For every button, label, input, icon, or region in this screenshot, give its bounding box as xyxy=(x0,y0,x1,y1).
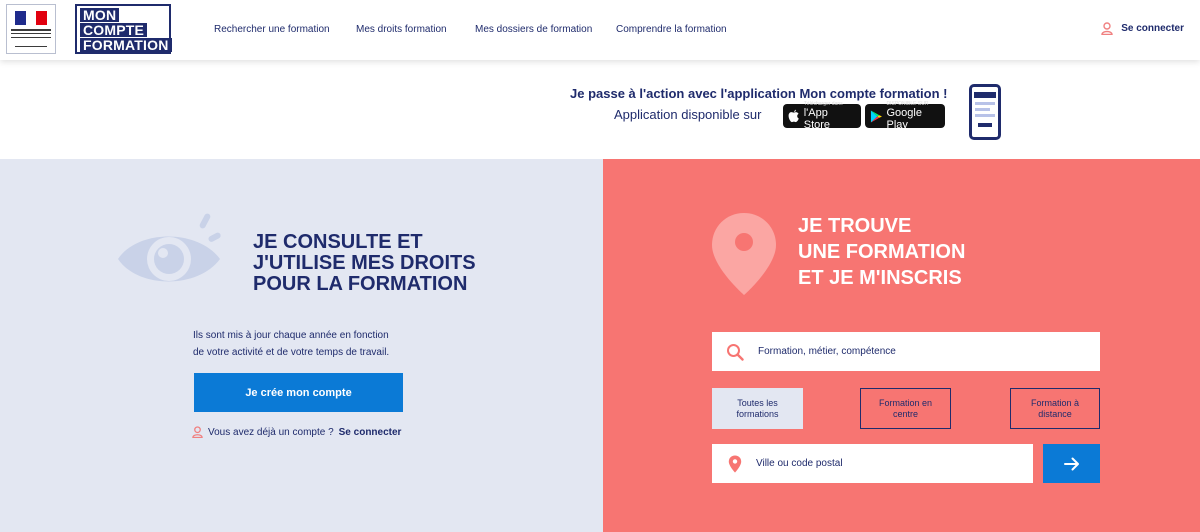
promo-title: Je passe à l'action avec l'application M… xyxy=(570,86,948,101)
training-search-input[interactable]: Formation, métier, compétence xyxy=(712,332,1100,371)
site-header: MON COMPTE FORMATION Rechercher une form… xyxy=(0,0,1200,60)
filter-remote[interactable]: Formation à distance xyxy=(1010,388,1100,429)
promo-subtitle: Application disponible sur xyxy=(614,107,762,122)
search-icon xyxy=(727,343,744,361)
user-icon xyxy=(1101,22,1113,35)
search-submit-button[interactable] xyxy=(1043,444,1100,483)
google-play-button[interactable]: DISPONIBLE SUR Google Play xyxy=(865,101,945,131)
right-heading-line: ET JE M'INSCRIS xyxy=(798,267,962,289)
filter-label: distance xyxy=(1038,408,1072,419)
eye-icon xyxy=(118,213,221,282)
right-heading: JE TROUVE UNE FORMATION ET JE M'INSCRIS xyxy=(798,213,965,291)
logo-word-3: FORMATION xyxy=(80,38,172,52)
mon-compte-formation-logo[interactable]: MON COMPTE FORMATION xyxy=(75,4,172,54)
nav-mes-droits[interactable]: Mes droits formation xyxy=(356,24,447,35)
create-account-button[interactable]: Je crée mon compte xyxy=(194,373,403,412)
header-login-label: Se connecter xyxy=(1121,23,1184,34)
logo-word-1: MON xyxy=(80,8,120,22)
logo-word-2: COMPTE xyxy=(80,23,148,37)
already-account-text: Vous avez déjà un compte ? xyxy=(208,426,334,438)
user-icon xyxy=(192,426,203,438)
search-training-panel: JE TROUVE UNE FORMATION ET JE M'INSCRIS … xyxy=(603,159,1200,532)
right-heading-line: UNE FORMATION xyxy=(798,241,966,263)
filter-label: centre xyxy=(892,408,918,419)
right-heading-line: JE TROUVE xyxy=(798,215,912,237)
left-heading-line: POUR LA FORMATION xyxy=(253,273,468,295)
left-heading-line: J'UTILISE MES DROITS xyxy=(253,252,476,274)
already-account-row: Vous avez déjà un compte ? Se connecter xyxy=(192,426,401,438)
nav-mes-dossiers[interactable]: Mes dossiers de formation xyxy=(475,24,592,35)
city-postal-input[interactable]: Ville ou code postal xyxy=(712,444,1033,483)
filter-in-center[interactable]: Formation en centre xyxy=(860,388,951,429)
left-heading: JE CONSULTE ET J'UTILISE MES DROITS POUR… xyxy=(253,232,476,295)
header-login-link[interactable]: Se connecter xyxy=(1101,22,1184,35)
location-pin-icon xyxy=(712,213,776,295)
city-postal-placeholder: Ville ou code postal xyxy=(756,458,843,469)
nav-rechercher-formation[interactable]: Rechercher une formation xyxy=(214,24,330,35)
google-play-big: Google Play xyxy=(886,107,922,131)
filter-all-trainings[interactable]: Toutes les formations xyxy=(712,388,803,429)
arrow-right-icon xyxy=(1063,457,1079,470)
filter-label: Formation à xyxy=(1030,397,1080,408)
filter-label: formations xyxy=(736,408,779,419)
apple-icon xyxy=(788,109,799,123)
account-panel: JE CONSULTE ET J'UTILISE MES DROITS POUR… xyxy=(0,159,603,532)
nav-comprendre[interactable]: Comprendre la formation xyxy=(616,24,727,35)
phone-illustration xyxy=(969,84,1001,140)
map-pin-icon xyxy=(728,455,742,472)
left-description-line: de votre activité et de votre temps de t… xyxy=(193,347,390,358)
filter-label: Formation en xyxy=(878,397,933,408)
app-store-big: l'App Store xyxy=(803,107,831,131)
flag-icon xyxy=(15,11,48,25)
login-link[interactable]: Se connecter xyxy=(339,427,402,438)
left-description: Ils sont mis à jour chaque année en fonc… xyxy=(193,327,389,361)
play-icon xyxy=(870,110,882,122)
filter-label: Toutes les xyxy=(737,397,778,408)
training-search-placeholder: Formation, métier, compétence xyxy=(758,346,896,357)
left-heading-line: JE CONSULTE ET xyxy=(253,231,423,253)
app-store-button[interactable]: Télécharger dans l'App Store xyxy=(783,101,861,131)
left-description-line: Ils sont mis à jour chaque année en fonc… xyxy=(193,330,389,341)
republique-francaise-logo[interactable] xyxy=(6,4,56,54)
